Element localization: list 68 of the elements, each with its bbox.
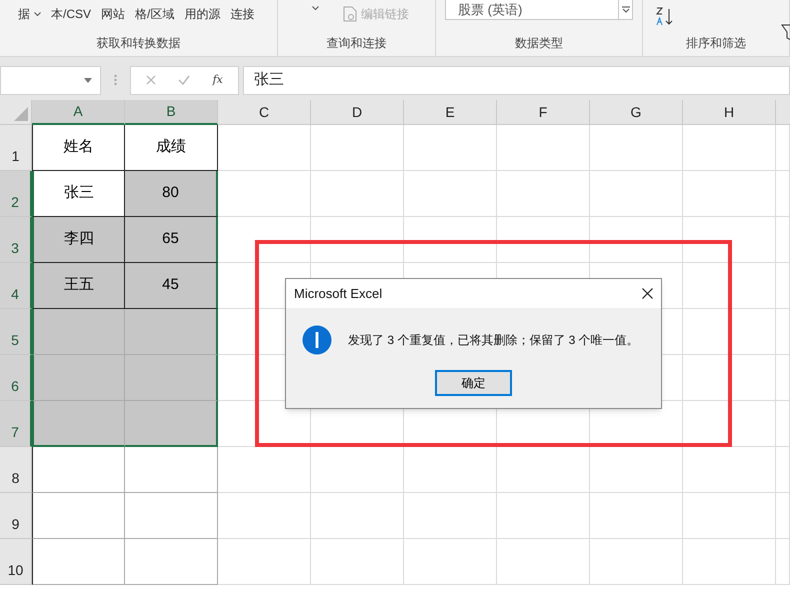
grid-cell[interactable]: 65: [125, 217, 218, 263]
more-arrow-icon[interactable]: [618, 0, 632, 19]
insert-function-button[interactable]: fx: [212, 72, 223, 88]
row-header[interactable]: 9: [0, 493, 32, 539]
group-label: 获取和转换数据: [96, 36, 180, 50]
column-header[interactable]: D: [311, 100, 404, 125]
ribbon-button[interactable]: 网站: [101, 6, 126, 22]
group-label: 数据类型: [515, 36, 563, 50]
cancel-icon[interactable]: [146, 75, 156, 85]
corner-triangle-icon: [14, 107, 28, 121]
sort-icon[interactable]: [655, 6, 675, 26]
grid-cell[interactable]: 王五: [32, 263, 125, 309]
dialog-message: 发现了 3 个重复值，已将其删除；保留了 3 个唯一值。: [348, 332, 639, 349]
row-header[interactable]: 5: [0, 309, 32, 355]
column-header[interactable]: B: [125, 100, 218, 125]
grid-cell[interactable]: [32, 493, 125, 539]
ribbon-button[interactable]: 连接: [230, 6, 254, 22]
group-label: 排序和筛选: [686, 36, 746, 50]
grid-cell[interactable]: [32, 447, 125, 493]
grid-cell[interactable]: [125, 309, 218, 355]
row-header[interactable]: 3: [0, 217, 32, 263]
close-icon[interactable]: [642, 288, 653, 299]
grid-cell[interactable]: 45: [125, 263, 218, 309]
grid-cell[interactable]: [32, 309, 125, 355]
dialog-title: Microsoft Excel: [294, 284, 382, 303]
ribbon-button[interactable]: 格/区域: [135, 6, 174, 22]
row-header[interactable]: 8: [0, 447, 32, 493]
ribbon-button[interactable]: 据: [18, 6, 41, 22]
column-header[interactable]: F: [497, 100, 590, 125]
data-type-dropdown[interactable]: 股票 (英语): [445, 0, 633, 20]
grid-cell[interactable]: [32, 539, 125, 585]
link-document-icon: [343, 6, 357, 22]
row-header[interactable]: 6: [0, 355, 32, 401]
column-header[interactable]: G: [590, 100, 683, 125]
info-icon: [302, 325, 332, 355]
ok-button[interactable]: 确定: [435, 370, 512, 396]
grid-cell[interactable]: [125, 447, 218, 493]
grid-cell[interactable]: [125, 493, 218, 539]
row-header[interactable]: 2: [0, 171, 32, 217]
grid-cell[interactable]: [32, 401, 125, 447]
row-header[interactable]: 10: [0, 539, 32, 585]
column-header[interactable]: A: [32, 100, 125, 125]
row-header[interactable]: 4: [0, 263, 32, 309]
column-header[interactable]: H: [683, 100, 776, 125]
grid-cell[interactable]: [125, 401, 218, 447]
ribbon-button[interactable]: 用的源: [184, 6, 220, 22]
dropdown-button[interactable]: [312, 6, 319, 11]
grid-cell[interactable]: 80: [125, 171, 218, 217]
column-header[interactable]: [776, 100, 790, 125]
group-label: 查询和连接: [326, 36, 386, 50]
ribbon-button[interactable]: 本/CSV: [51, 6, 92, 22]
name-box[interactable]: [0, 66, 101, 94]
grid-cell[interactable]: [125, 355, 218, 401]
grid-cell[interactable]: [32, 355, 125, 401]
select-all-button[interactable]: [0, 100, 32, 125]
column-header[interactable]: E: [404, 100, 497, 125]
dropdown-arrow-icon: [84, 78, 92, 82]
check-icon[interactable]: [178, 75, 190, 85]
grid-cell[interactable]: 张三: [32, 171, 125, 217]
grip-icon: [114, 74, 117, 86]
formula-input[interactable]: 张三: [243, 66, 790, 94]
grid-cell[interactable]: 姓名: [32, 125, 125, 171]
row-header[interactable]: 7: [0, 401, 32, 447]
grid-cell[interactable]: 成绩: [125, 125, 218, 171]
row-header[interactable]: 1: [0, 125, 32, 171]
column-header[interactable]: C: [218, 100, 311, 125]
grid-cell[interactable]: [125, 539, 218, 585]
grid-cell[interactable]: 李四: [32, 217, 125, 263]
